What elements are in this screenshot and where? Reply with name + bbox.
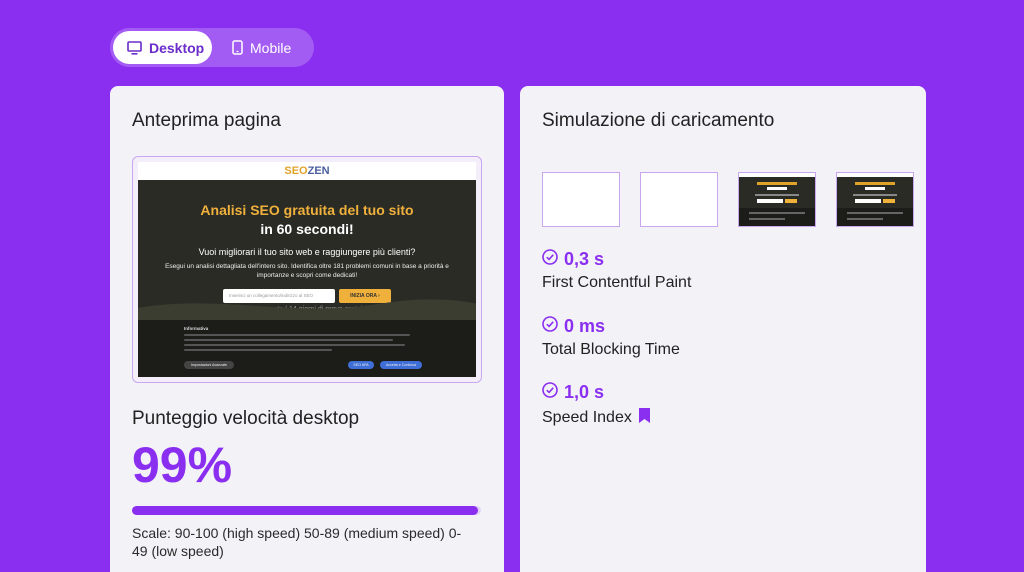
speed-score-bar-fill <box>132 506 478 515</box>
check-circle-icon <box>542 382 558 403</box>
preview-screenshot: SEOZEN Analisi SEO gratuita del tuo sito… <box>138 162 476 377</box>
device-toggle: Desktop Mobile <box>110 28 314 67</box>
filmstrip-frame <box>836 172 914 227</box>
metric-value: 0,3 s <box>564 249 605 269</box>
load-simulation-card: Simulazione di caricamento 0,3 s First C… <box>520 86 926 572</box>
monitor-icon <box>127 40 142 55</box>
mock-subhead: Vuoi migliorari il tuo sito web e raggiu… <box>198 247 416 257</box>
mock-body: Esegui un analisi dettagliata dell'inter… <box>165 263 449 279</box>
filmstrip-frame <box>738 172 816 227</box>
desktop-tab-label: Desktop <box>149 39 205 56</box>
mock-cookie-banner: Informativa Impostazioni Avanzate SEO AP… <box>138 320 476 377</box>
filmstrip-frame <box>640 172 718 227</box>
mock-headline: Analisi SEO gratuita del tuo sito <box>200 202 414 218</box>
metric-value: 0 ms <box>564 316 606 336</box>
smartphone-icon <box>232 40 243 55</box>
speed-scale-text: Scale: 90-100 (high speed) 50-89 (medium… <box>132 525 462 559</box>
filmstrip-frame <box>542 172 620 227</box>
filmstrip <box>542 172 914 227</box>
mobile-tab-label: Mobile <box>250 39 292 56</box>
metric-name: First Contentful Paint <box>542 274 692 291</box>
desktop-tab[interactable]: Desktop <box>113 31 212 64</box>
check-circle-icon <box>542 316 558 337</box>
simulation-card-title: Simulazione di caricamento <box>542 110 775 131</box>
speed-score-value: 99% <box>132 437 233 493</box>
speed-score-label: Punteggio velocità desktop <box>132 408 360 429</box>
metric-name: Speed Index <box>542 409 632 426</box>
check-circle-icon <box>542 249 558 270</box>
speed-score-bar <box>132 506 481 515</box>
page-preview-card: Anteprima pagina SEOZEN Analisi SEO grat… <box>110 86 504 572</box>
mock-hero: Analisi SEO gratuita del tuo sito in 60 … <box>138 180 476 320</box>
metric-value: 1,0 s <box>564 382 605 402</box>
metric-tbt: 0 ms Total Blocking Time <box>542 316 680 359</box>
preview-card-title: Anteprima pagina <box>132 110 281 131</box>
mock-wave <box>138 299 476 320</box>
metric-speed-index: 1,0 s Speed Index <box>542 382 651 429</box>
bookmark-icon <box>638 407 651 429</box>
metric-fcp: 0,3 s First Contentful Paint <box>542 249 691 292</box>
page-preview-frame: SEOZEN Analisi SEO gratuita del tuo sito… <box>132 156 482 383</box>
mock-logo: SEOZEN <box>138 162 476 180</box>
metric-name: Total Blocking Time <box>542 341 680 358</box>
mobile-tab[interactable]: Mobile <box>212 31 291 64</box>
mock-headline-2: in 60 secondi! <box>260 221 354 237</box>
